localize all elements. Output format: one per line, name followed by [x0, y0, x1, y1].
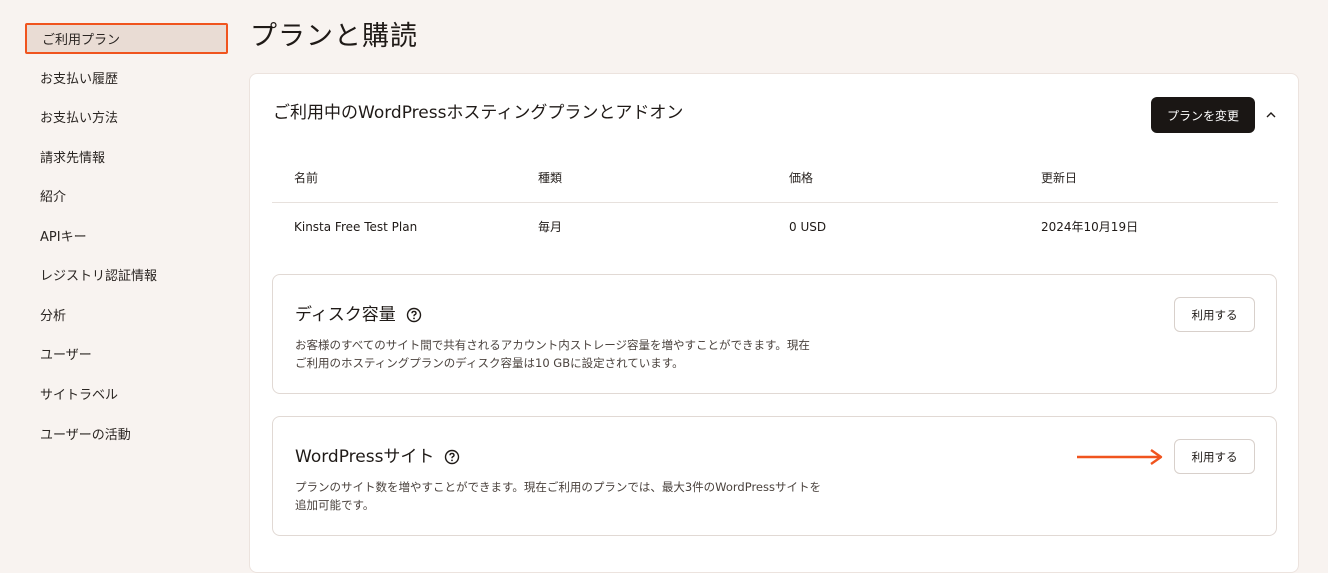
addon-sites-desc-2: 追加可能です。 [295, 498, 375, 512]
sidebar-item-plan[interactable]: ご利用プラン [25, 23, 228, 54]
column-header-renewal: 更新日 [1041, 171, 1078, 185]
addon-sites-desc-1: プランのサイト数を増やすことができます。現在ご利用のプランでは、最大3件のWor… [295, 480, 821, 494]
addon-disk-desc-2: ご利用のホスティングプランのディスク容量は10 GBに設定されています。 [295, 356, 684, 370]
addon-wordpress-sites: WordPressサイト プランのサイト数を増やすことができます。現在ご利用のプ… [272, 416, 1277, 536]
plan-card-title: ご利用中のWordPressホスティングプランとアドオン [273, 103, 684, 123]
question-circle-icon[interactable] [444, 449, 460, 465]
sidebar-item-users[interactable]: ユーザー [40, 346, 92, 366]
arrow-right-icon [1077, 449, 1163, 465]
question-circle-icon[interactable] [406, 307, 422, 323]
addon-description: お客様のすべてのサイト間で共有されるアカウント内ストレージ容量を増やすことができ… [295, 336, 895, 372]
sidebar-item-billing-info[interactable]: 請求先情報 [40, 149, 105, 169]
addon-sites-title: WordPressサイト [295, 447, 435, 467]
use-disk-addon-button[interactable]: 利用する [1174, 297, 1255, 332]
addon-title: ディスク容量 [295, 303, 422, 327]
addon-disk-title: ディスク容量 [295, 305, 396, 325]
column-header-type: 種類 [538, 171, 563, 185]
addon-disk-desc-1: お客様のすべてのサイト間で共有されるアカウント内ストレージ容量を増やすことができ… [295, 338, 810, 352]
column-header-name: 名前 [294, 171, 319, 185]
addon-title: WordPressサイト [295, 445, 460, 469]
table-cell-plan-name: Kinsta Free Test Plan [294, 220, 418, 234]
sidebar-item-user-activity[interactable]: ユーザーの活動 [40, 426, 131, 446]
page-title: プランと購読 [250, 21, 418, 52]
sidebar-item-analytics[interactable]: 分析 [40, 307, 66, 327]
sidebar-item-referral[interactable]: 紹介 [40, 188, 66, 208]
table-cell-plan-price: 0 USD [789, 220, 827, 234]
change-plan-button[interactable]: プランを変更 [1151, 97, 1255, 133]
sidebar: ご利用プラン お支払い履歴 お支払い方法 請求先情報 紹介 APIキー レジスト… [0, 0, 240, 555]
table-cell-plan-type: 毎月 [538, 220, 563, 234]
sidebar-item-site-labels[interactable]: サイトラベル [40, 386, 118, 406]
use-sites-addon-button[interactable]: 利用する [1174, 439, 1255, 474]
addon-disk-space: ディスク容量 お客様のすべてのサイト間で共有されるアカウント内ストレージ容量を増… [272, 274, 1277, 394]
sidebar-item-payment-method[interactable]: お支払い方法 [40, 109, 118, 129]
table-divider [272, 202, 1278, 203]
plan-card: ご利用中のWordPressホスティングプランとアドオン プランを変更 名前 種… [249, 73, 1299, 573]
addon-description: プランのサイト数を増やすことができます。現在ご利用のプランでは、最大3件のWor… [295, 478, 895, 514]
sidebar-item-api-key[interactable]: APIキー [40, 228, 87, 248]
sidebar-item-registry-credentials[interactable]: レジストリ認証情報 [40, 267, 157, 287]
column-header-price: 価格 [789, 171, 814, 185]
chevron-up-icon[interactable] [1264, 105, 1278, 125]
table-cell-renewal-date: 2024年10月19日 [1041, 220, 1139, 234]
sidebar-item-payment-history[interactable]: お支払い履歴 [40, 70, 118, 90]
